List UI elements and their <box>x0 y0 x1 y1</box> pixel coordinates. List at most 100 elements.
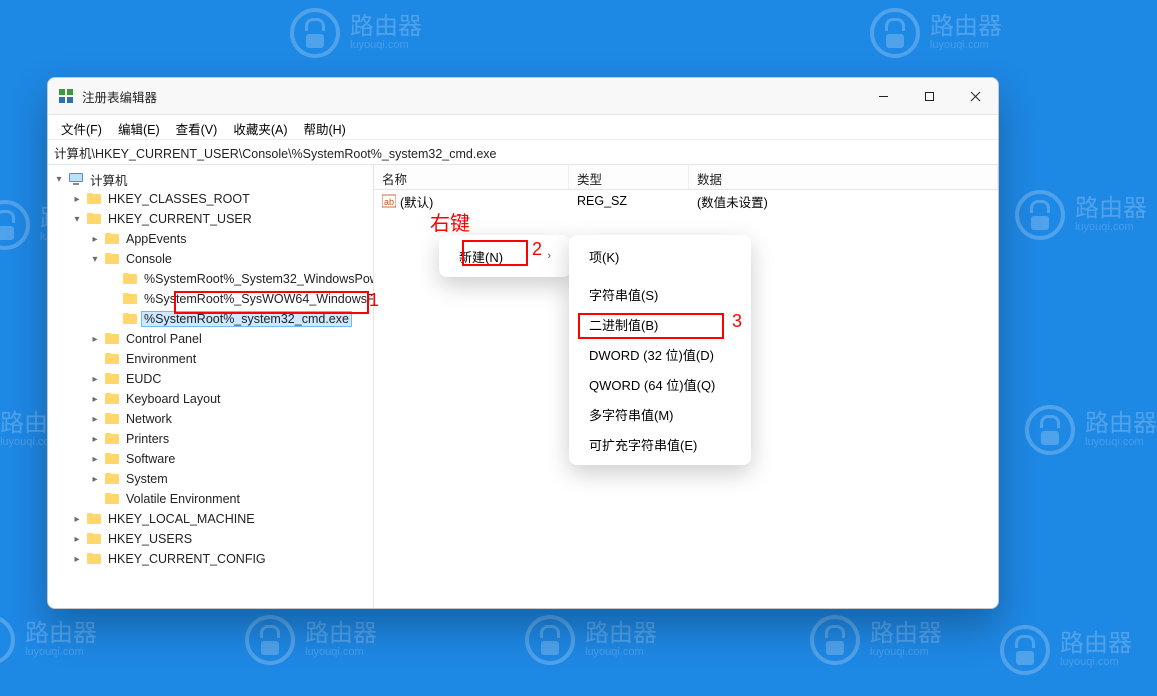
tree-label: Software <box>124 452 177 466</box>
registry-editor-window: 注册表编辑器 文件(F) 编辑(E) 查看(V) 收藏夹(A) 帮助(H) 计算… <box>47 77 999 609</box>
column-type[interactable]: 类型 <box>569 165 689 189</box>
folder-icon <box>86 191 102 207</box>
tree-item-hkcr[interactable]: ▸ HKEY_CLASSES_ROOT <box>48 189 373 209</box>
chevron-down-icon[interactable]: ▾ <box>52 172 66 186</box>
column-name[interactable]: 名称 <box>374 165 569 189</box>
minimize-button[interactable] <box>860 78 906 114</box>
submenu-item-dword[interactable]: DWORD (32 位)值(D) <box>575 339 745 369</box>
tree-label: %SystemRoot%_System32_WindowsPow <box>142 272 374 286</box>
tree-root[interactable]: ▾ 计算机 <box>48 169 373 189</box>
tree-item-eudc[interactable]: ▸ EUDC <box>48 369 373 389</box>
value-data: (数值未设置) <box>689 192 998 211</box>
tree-label: HKEY_CURRENT_USER <box>106 212 254 226</box>
address-bar[interactable]: 计算机\HKEY_CURRENT_USER\Console\%SystemRoo… <box>48 140 998 165</box>
close-button[interactable] <box>952 78 998 114</box>
chevron-right-icon[interactable]: ▸ <box>88 432 102 446</box>
folder-icon <box>104 251 120 267</box>
tree-item-volatile[interactable]: ▸ Volatile Environment <box>48 489 373 509</box>
chevron-right-icon[interactable]: ▸ <box>88 332 102 346</box>
submenu-item-qword[interactable]: QWORD (64 位)值(Q) <box>575 369 745 399</box>
folder-icon <box>104 471 120 487</box>
chevron-right-icon[interactable]: ▸ <box>88 472 102 486</box>
tree-item-cmd-selected[interactable]: ▸ %SystemRoot%_system32_cmd.exe <box>48 309 373 329</box>
tree-item-appevents[interactable]: ▸ AppEvents <box>48 229 373 249</box>
tree-label: Environment <box>124 352 198 366</box>
computer-icon <box>68 171 84 187</box>
chevron-right-icon[interactable]: ▸ <box>70 532 84 546</box>
column-data[interactable]: 数据 <box>689 165 998 189</box>
submenu-item-multisz[interactable]: 多字符串值(M) <box>575 399 745 429</box>
tree-item-software[interactable]: ▸ Software <box>48 449 373 469</box>
tree-label: %SystemRoot%_SysWOW64_WindowsP <box>142 292 374 306</box>
menu-view[interactable]: 查看(V) <box>169 117 225 140</box>
watermark: 路由器luyouqi.com <box>1000 625 1132 675</box>
tree-item-system[interactable]: ▸ System <box>48 469 373 489</box>
submenu-item-key[interactable]: 项(K) <box>575 241 745 271</box>
tree-item-console-child[interactable]: ▸ %SystemRoot%_SysWOW64_WindowsP <box>48 289 373 309</box>
list-header: 名称 类型 数据 <box>374 165 998 190</box>
svg-text:ab: ab <box>384 197 394 207</box>
submenu-label: DWORD (32 位)值(D) <box>589 345 714 364</box>
submenu-item-binary[interactable]: 二进制值(B) <box>575 309 745 339</box>
tree-label: HKEY_CURRENT_CONFIG <box>106 552 268 566</box>
tree-item-printers[interactable]: ▸ Printers <box>48 429 373 449</box>
chevron-down-icon[interactable]: ▾ <box>70 212 84 226</box>
folder-icon <box>86 531 102 547</box>
folder-icon <box>86 511 102 527</box>
submenu-label: 多字符串值(M) <box>589 405 674 424</box>
folder-icon <box>86 211 102 227</box>
chevron-right-icon[interactable]: ▸ <box>70 192 84 206</box>
watermark: 路由器luyouqi.com <box>870 8 1002 58</box>
chevron-down-icon[interactable]: ▾ <box>88 252 102 266</box>
menu-favorites[interactable]: 收藏夹(A) <box>226 117 294 140</box>
registry-tree[interactable]: ▾ 计算机 ▸ HKEY_CLASSES_ROOT ▾ HKEY_CURRENT… <box>48 165 374 608</box>
submenu-item-string[interactable]: 字符串值(S) <box>575 279 745 309</box>
folder-icon <box>86 551 102 567</box>
tree-label: System <box>124 472 170 486</box>
chevron-right-icon[interactable]: ▸ <box>70 552 84 566</box>
chevron-right-icon[interactable]: ▸ <box>70 512 84 526</box>
chevron-right-icon[interactable]: ▸ <box>88 412 102 426</box>
chevron-right-icon[interactable]: ▸ <box>88 232 102 246</box>
menu-file[interactable]: 文件(F) <box>54 117 109 140</box>
folder-icon <box>122 311 138 327</box>
tree-item-network[interactable]: ▸ Network <box>48 409 373 429</box>
submenu-label: 二进制值(B) <box>589 315 658 334</box>
tree-item-hkcc[interactable]: ▸ HKEY_CURRENT_CONFIG <box>48 549 373 569</box>
chevron-right-icon[interactable]: ▸ <box>88 452 102 466</box>
tree-item-console-child[interactable]: ▸ %SystemRoot%_System32_WindowsPow <box>48 269 373 289</box>
window-title: 注册表编辑器 <box>82 87 157 106</box>
tree-item-keyboard[interactable]: ▸ Keyboard Layout <box>48 389 373 409</box>
tree-item-hkcu[interactable]: ▾ HKEY_CURRENT_USER <box>48 209 373 229</box>
chevron-right-icon[interactable]: ▸ <box>88 372 102 386</box>
submenu-label: 项(K) <box>589 247 619 266</box>
tree-label: HKEY_CLASSES_ROOT <box>106 192 252 206</box>
menu-help[interactable]: 帮助(H) <box>296 117 352 140</box>
tree-item-controlpanel[interactable]: ▸ Control Panel <box>48 329 373 349</box>
folder-icon <box>104 391 120 407</box>
chevron-right-icon: › <box>527 250 551 262</box>
value-row-default[interactable]: ab (默认) REG_SZ (数值未设置) <box>374 190 998 212</box>
menu-edit[interactable]: 编辑(E) <box>111 117 167 140</box>
values-pane[interactable]: 名称 类型 数据 ab (默认) REG_SZ (数值未设置) 新建(N) › <box>374 165 998 608</box>
folder-icon <box>104 331 120 347</box>
tree-label: Volatile Environment <box>124 492 242 506</box>
submenu-item-expandsz[interactable]: 可扩充字符串值(E) <box>575 429 745 459</box>
chevron-right-icon[interactable]: ▸ <box>88 392 102 406</box>
tree-item-console[interactable]: ▾ Console <box>48 249 373 269</box>
tree-item-hklm[interactable]: ▸ HKEY_LOCAL_MACHINE <box>48 509 373 529</box>
folder-icon <box>122 271 138 287</box>
folder-icon <box>104 431 120 447</box>
tree-label: %SystemRoot%_system32_cmd.exe <box>142 312 351 326</box>
submenu-label: 可扩充字符串值(E) <box>589 435 697 454</box>
tree-label: Network <box>124 412 174 426</box>
maximize-button[interactable] <box>906 78 952 114</box>
tree-item-environment[interactable]: ▸ Environment <box>48 349 373 369</box>
titlebar[interactable]: 注册表编辑器 <box>48 78 998 115</box>
tree-label: AppEvents <box>124 232 188 246</box>
context-item-new[interactable]: 新建(N) › <box>445 241 565 271</box>
tree-item-hku[interactable]: ▸ HKEY_USERS <box>48 529 373 549</box>
submenu-label: 字符串值(S) <box>589 285 658 304</box>
tree-label: Keyboard Layout <box>124 392 223 406</box>
context-item-label: 新建(N) <box>459 247 503 266</box>
